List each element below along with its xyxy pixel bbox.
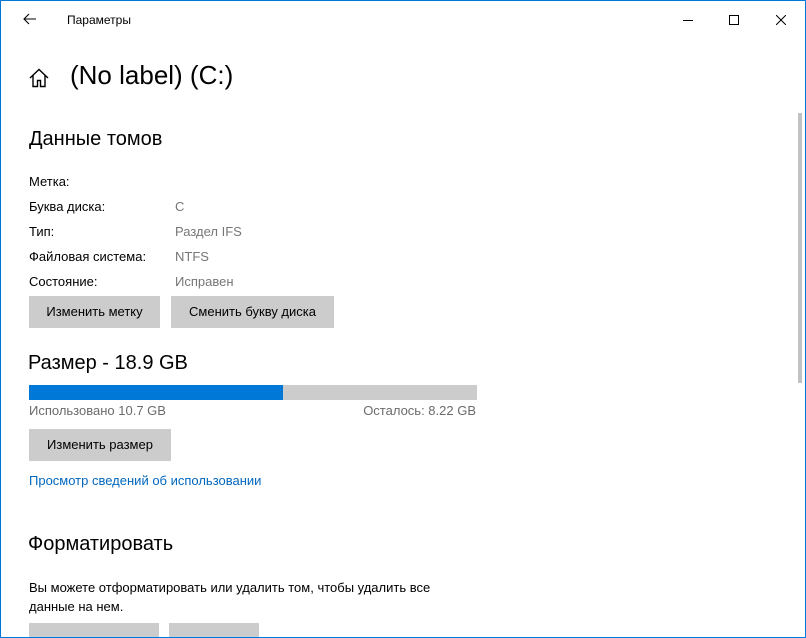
view-usage-link[interactable]: Просмотр сведений об использовании [29, 473, 261, 488]
page-title: (No label) (C:) [70, 60, 234, 90]
format-description: Вы можете отформатировать или удалить то… [29, 580, 431, 614]
minimize-button[interactable] [665, 1, 711, 39]
app-title: Параметры [67, 13, 131, 27]
home-icon[interactable] [28, 67, 50, 89]
scrollbar[interactable] [798, 113, 802, 383]
file-system-label: Файловая система: [29, 249, 147, 264]
used-space-text: Использовано 10.7 GB [29, 403, 166, 418]
change-label-button[interactable]: Изменить метку [29, 296, 160, 328]
label-field-label: Метка: [29, 174, 70, 189]
status-label: Состояние: [29, 274, 98, 289]
minimize-icon [683, 20, 693, 21]
disk-usage-fill [29, 385, 283, 400]
title-bar: Параметры [1, 1, 805, 39]
size-heading: Размер - 18.9 GB [28, 352, 188, 374]
change-drive-letter-button[interactable]: Сменить букву диска [171, 296, 334, 328]
maximize-icon [729, 15, 739, 25]
type-label: Тип: [29, 224, 55, 239]
settings-window: Параметры (No label) (C:) Данные томов М… [0, 0, 806, 638]
close-button[interactable] [758, 1, 804, 39]
delete-button[interactable] [169, 623, 259, 637]
format-button[interactable] [29, 623, 159, 637]
maximize-button[interactable] [711, 1, 757, 39]
type-value: Раздел IFS [175, 224, 242, 239]
close-icon [776, 15, 786, 25]
resize-button[interactable]: Изменить размер [29, 429, 171, 461]
drive-letter-value: C [175, 199, 185, 214]
status-value: Исправен [175, 274, 234, 289]
disk-usage-bar [29, 385, 477, 400]
drive-letter-label: Буква диска: [29, 199, 106, 214]
back-arrow-icon [23, 13, 36, 25]
back-button[interactable] [15, 5, 45, 35]
free-space-text: Осталось: 8.22 GB [363, 403, 476, 418]
volume-data-heading: Данные томов [29, 128, 163, 150]
file-system-value: NTFS [175, 249, 209, 264]
format-heading: Форматировать [28, 533, 174, 555]
